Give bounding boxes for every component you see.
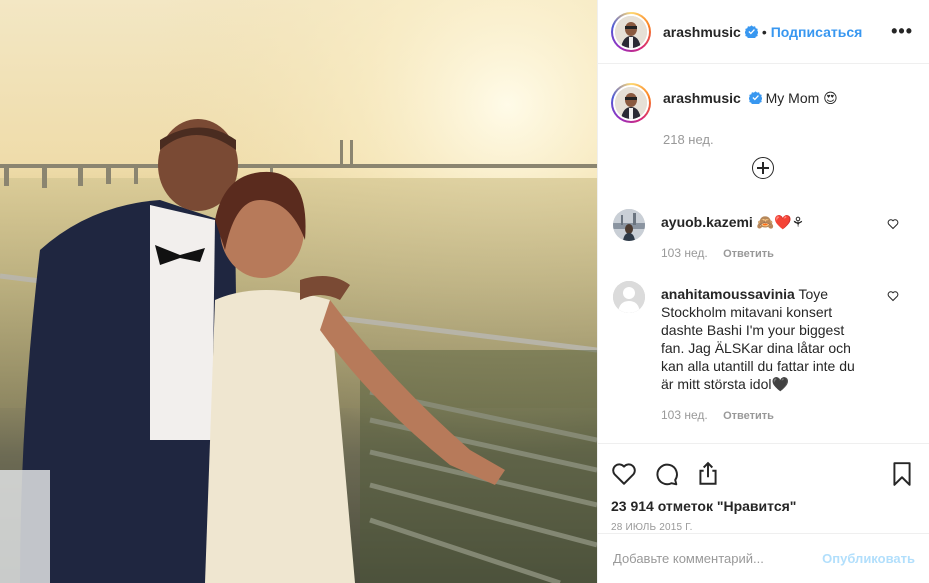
comment-avatar[interactable] [613,281,645,313]
comment-body: ayuob.kazemi 🙈❤️⚘ 103 нед. Ответить [661,209,861,263]
comment-username[interactable]: ayuob.kazemi [661,214,753,230]
comment-body: anahitamoussavinia Toye Stockholm mitava… [661,281,861,425]
comment-text: 🙈❤️⚘ [756,214,805,230]
post-actions: 23 914 отметок "Нравится" 28 июль 2015 г… [598,443,929,533]
bookmark-icon[interactable] [889,461,915,487]
follow-button[interactable]: Подписаться [771,24,863,40]
comment-avatar[interactable] [613,209,645,241]
photo-scene [0,0,597,583]
instagram-post: arashmusic • Подписаться ••• arashmusic … [0,0,929,583]
header-separator: • [761,23,767,40]
heart-icon[interactable] [611,461,637,487]
post-header: arashmusic • Подписаться ••• [598,0,929,64]
comment-meta: 103 нед. Ответить [661,244,861,263]
comment-username[interactable]: anahitamoussavinia [661,286,795,302]
caption-text-block: arashmusic My Mom 😍 [663,83,838,123]
comment-icon[interactable] [653,461,679,487]
author-avatar[interactable] [611,11,651,52]
publish-button[interactable]: Опубликовать [822,551,915,566]
reply-button[interactable]: Ответить [723,410,774,422]
author-avatar-image [615,15,647,48]
share-icon[interactable] [695,461,721,487]
verified-badge-icon [744,25,758,38]
author-username[interactable]: arashmusic [663,24,741,40]
likes-count[interactable]: 23 914 отметок "Нравится" [598,492,929,514]
comment-heart-icon[interactable] [887,290,899,302]
caption-text: My Mom 😍 [765,90,838,106]
caption-username[interactable]: arashmusic [663,90,741,106]
post-side-panel: arashmusic • Подписаться ••• arashmusic … [597,0,929,583]
post-caption: arashmusic My Mom 😍 [598,65,929,123]
add-comment-bar: Опубликовать [598,533,929,583]
comment-input[interactable] [613,551,813,566]
comment-heart-icon[interactable] [887,218,899,230]
comment-time[interactable]: 103 нед. [661,246,708,260]
caption-time[interactable]: 218 нед. [663,132,929,147]
caption-verified-badge-icon [748,91,762,104]
comment-item: anahitamoussavinia Toye Stockholm mitava… [598,281,929,425]
more-options-icon[interactable]: ••• [891,21,913,42]
post-date[interactable]: 28 июль 2015 г. [598,514,929,533]
comment-item: ayuob.kazemi 🙈❤️⚘ 103 нед. Ответить [598,209,929,263]
plus-circle-icon[interactable] [752,157,774,179]
comments-list[interactable]: arashmusic My Mom 😍 218 нед. ayuob.kazem… [598,65,929,443]
post-photo[interactable] [0,0,597,583]
comment-time[interactable]: 103 нед. [661,408,708,422]
comment-avatar-image [613,209,645,241]
action-icons [598,444,929,492]
default-avatar-icon [613,281,645,313]
reply-button[interactable]: Ответить [723,248,774,260]
caption-avatar-image [615,87,647,119]
comment-meta: 103 нед. Ответить [661,406,861,425]
caption-author-avatar[interactable] [611,83,651,123]
